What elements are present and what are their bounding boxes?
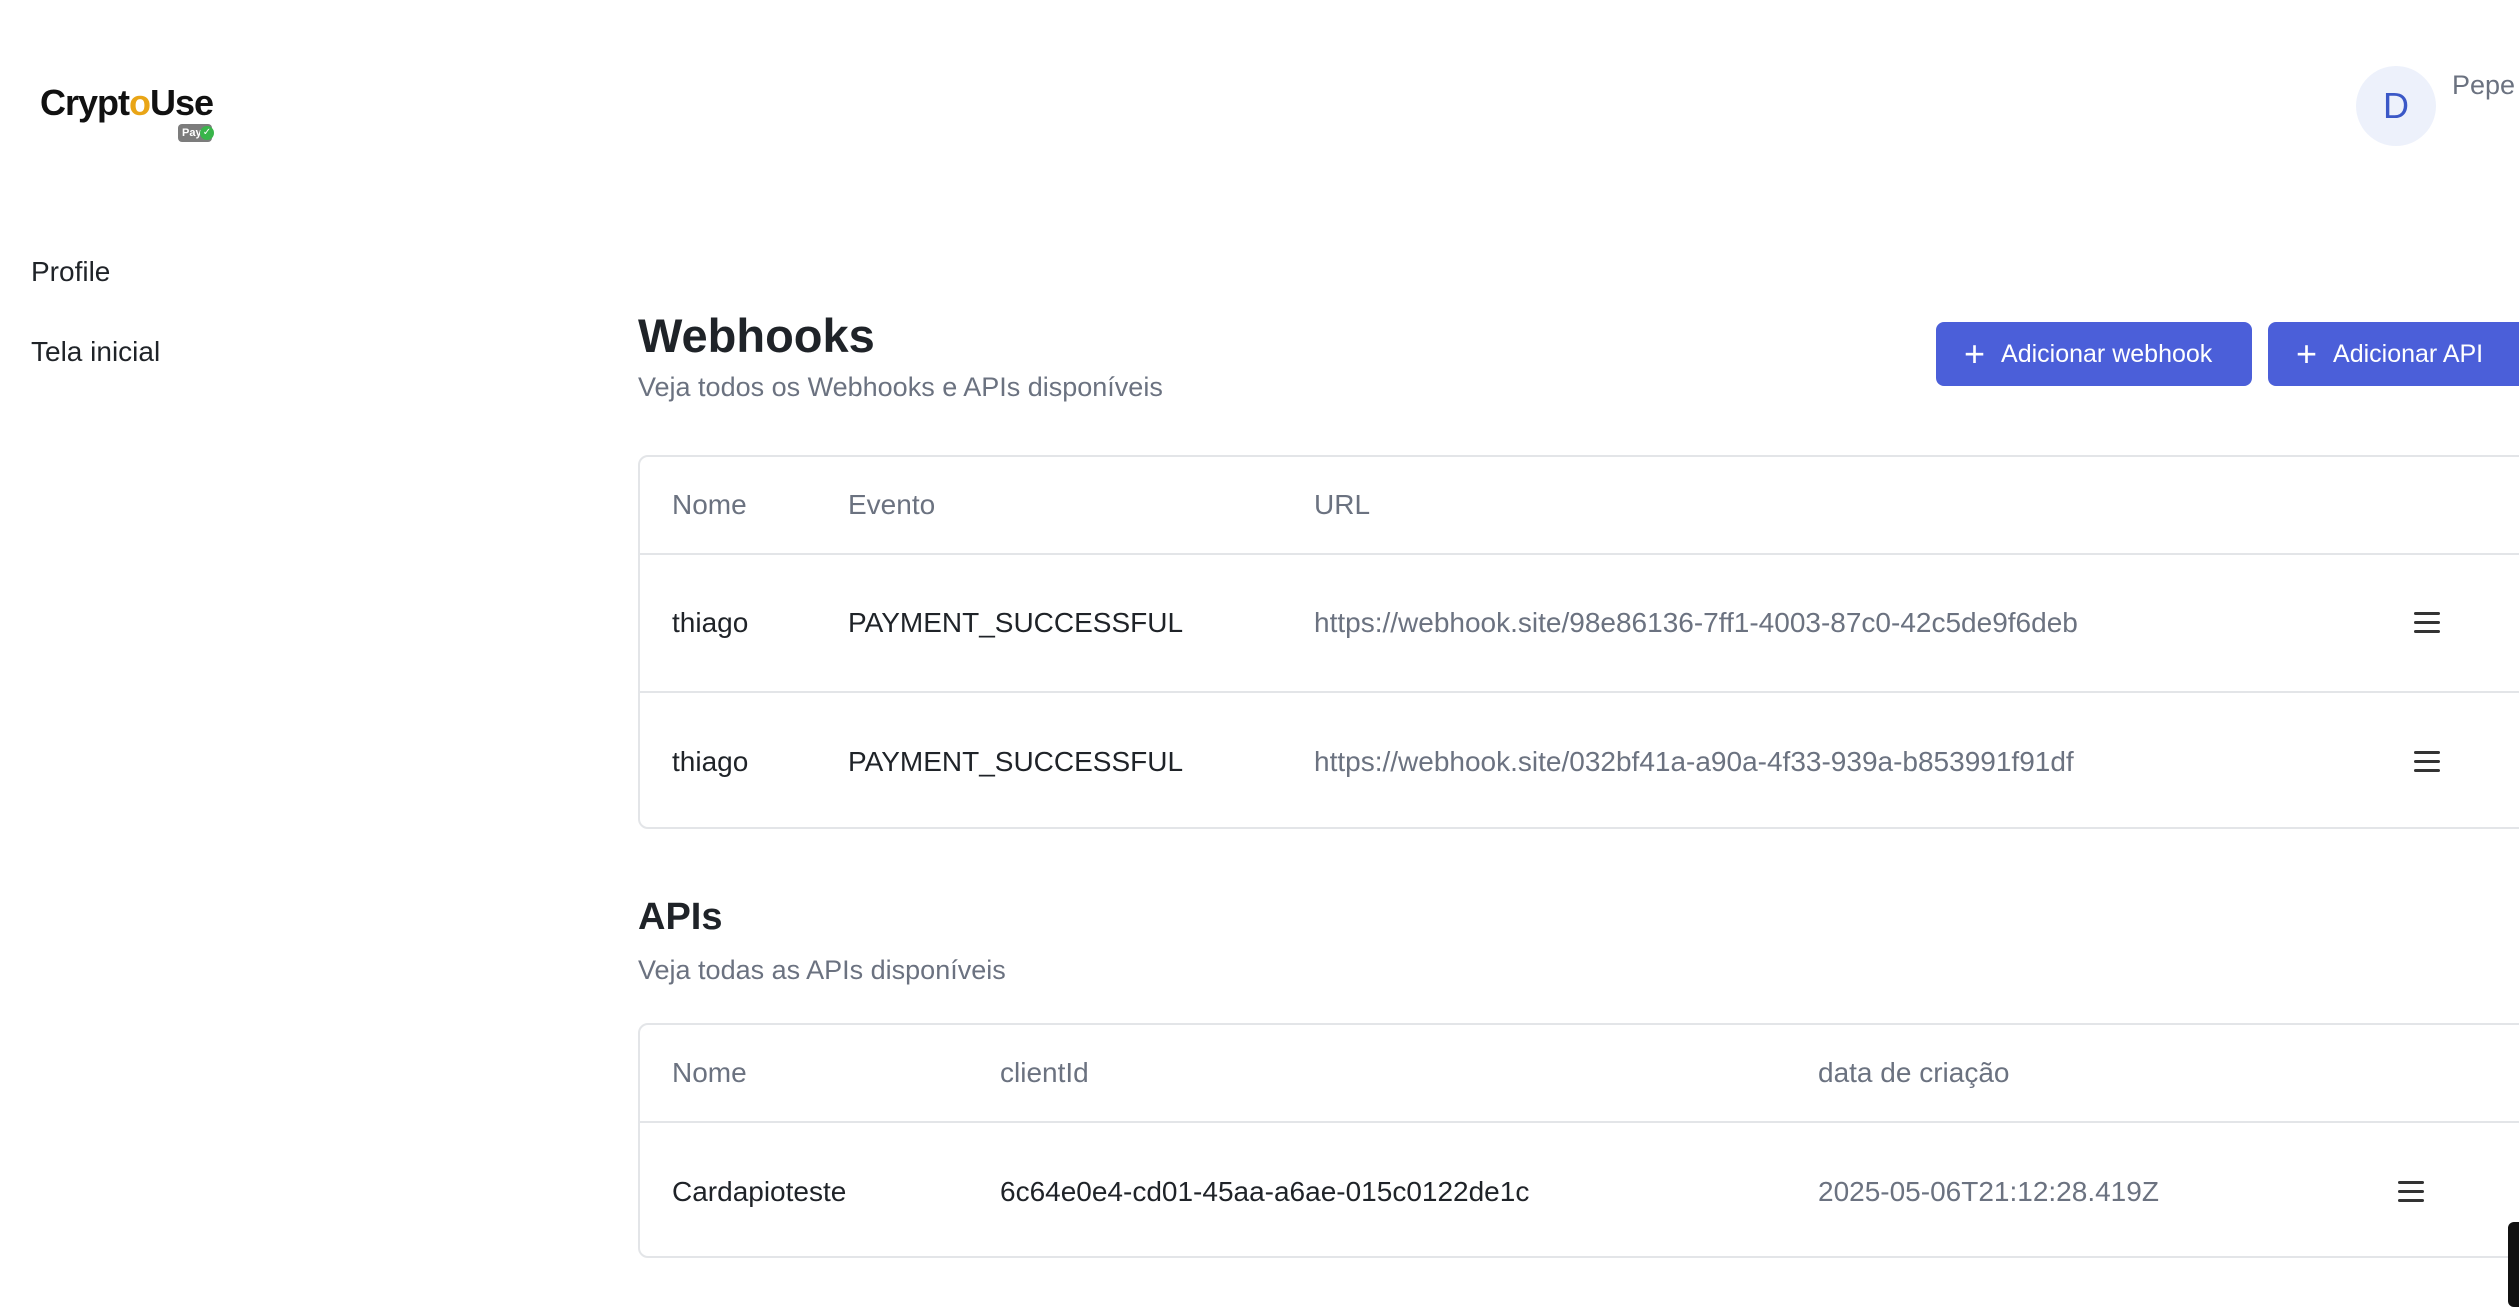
table-row: thiago PAYMENT_SUCCESSFUL https://webhoo… xyxy=(640,553,2519,691)
webhook-url: https://webhook.site/032bf41a-a90a-4f33-… xyxy=(1314,746,2074,777)
plus-icon: + xyxy=(2296,333,2318,374)
plus-icon: + xyxy=(1964,333,1986,374)
brand-logo[interactable]: CryptoUse Pay ✓ xyxy=(40,82,230,146)
api-client-id: 6c64e0e4-cd01-45aa-a6ae-015c0122de1c xyxy=(1000,1175,1530,1207)
column-header-url: URL xyxy=(1314,489,1371,520)
apis-subtitle: Veja todas as APIs disponíveis xyxy=(638,955,1006,985)
webhook-event: PAYMENT_SUCCESSFUL xyxy=(848,607,1184,638)
sidebar-item-tela-inicial[interactable]: Tela inicial xyxy=(31,336,160,368)
column-header-evento: Evento xyxy=(848,489,936,520)
menu-icon[interactable] xyxy=(2414,751,2440,773)
webhook-name: thiago xyxy=(672,607,749,638)
table-row: Cardapioteste 6c64e0e4-cd01-45aa-a6ae-01… xyxy=(640,1121,2519,1256)
menu-icon[interactable] xyxy=(2414,612,2440,634)
table-row: thiago PAYMENT_SUCCESSFUL https://webhoo… xyxy=(640,691,2519,827)
column-header-data-de-criacao: data de criação xyxy=(1818,1057,2010,1088)
menu-icon[interactable] xyxy=(2398,1180,2424,1203)
api-name: Cardapioteste xyxy=(672,1175,847,1207)
sidebar-item-profile[interactable]: Profile xyxy=(31,256,110,288)
column-header-nome: Nome xyxy=(672,1057,747,1088)
webhooks-table: Nome Evento URL thiago PAYMENT_SUCCESSFU… xyxy=(638,455,2519,829)
user-name[interactable]: Pepe xyxy=(2452,70,2515,101)
api-created-at: 2025-05-06T21:12:28.419Z xyxy=(1818,1175,2159,1207)
webhook-event: PAYMENT_SUCCESSFUL xyxy=(848,746,1184,777)
table-header-row: Nome clientId data de criação xyxy=(640,1025,2519,1121)
apis-table: Nome clientId data de criação Cardapiote… xyxy=(638,1023,2519,1258)
webhook-name: thiago xyxy=(672,746,749,777)
add-api-label: Adicionar API xyxy=(2333,339,2484,368)
add-api-button[interactable]: + Adicionar API xyxy=(2268,322,2519,386)
add-webhook-button[interactable]: + Adicionar webhook xyxy=(1936,322,2252,386)
floating-widget-edge[interactable] xyxy=(2508,1222,2519,1307)
check-icon: ✓ xyxy=(200,126,214,140)
webhook-url: https://webhook.site/98e86136-7ff1-4003-… xyxy=(1314,607,2078,638)
brand-wordmark: CryptoUse xyxy=(40,82,214,123)
column-header-nome: Nome xyxy=(672,489,747,520)
page-subtitle: Veja todos os Webhooks e APIs disponívei… xyxy=(638,372,1163,402)
table-header-row: Nome Evento URL xyxy=(640,457,2519,553)
apis-title: APIs xyxy=(638,896,723,938)
column-header-clientid: clientId xyxy=(1000,1057,1089,1088)
page-title: Webhooks xyxy=(638,309,875,362)
add-webhook-label: Adicionar webhook xyxy=(2001,339,2213,368)
avatar[interactable]: D xyxy=(2356,66,2436,146)
